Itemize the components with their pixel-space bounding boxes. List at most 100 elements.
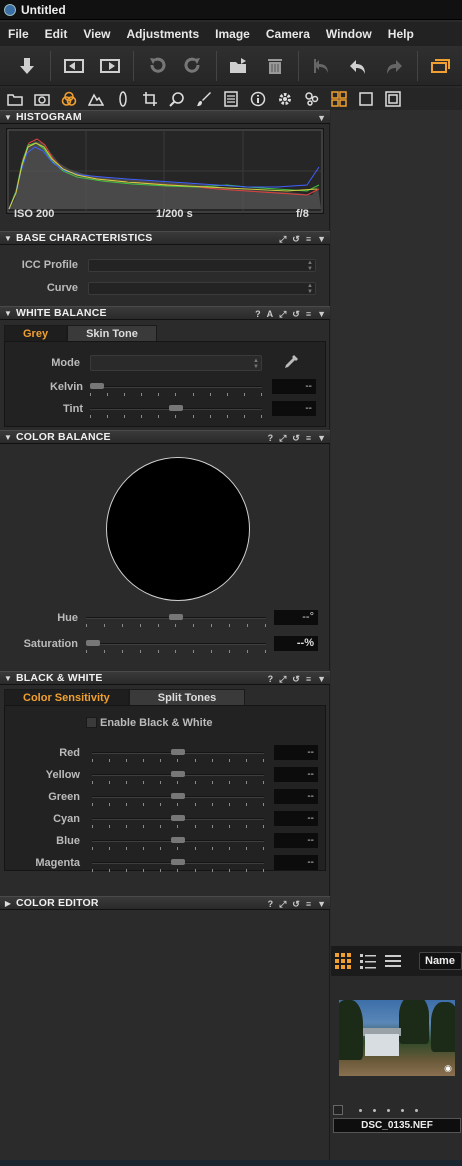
histogram-header[interactable]: ▼ HISTOGRAM ▼ <box>0 110 330 124</box>
image-viewer[interactable] <box>331 110 462 946</box>
lens-tab[interactable] <box>112 89 134 109</box>
panel-menu-icon[interactable]: ▼ <box>317 433 326 443</box>
sort-name-button[interactable]: Name <box>419 952 462 970</box>
kelvin-value[interactable]: -- <box>272 379 316 394</box>
slider-thumb[interactable] <box>86 640 100 646</box>
collapse-triangle-icon[interactable]: ▼ <box>0 433 16 442</box>
rating-dots[interactable] <box>333 1105 461 1115</box>
single-view-button[interactable] <box>355 89 377 109</box>
move-to-folder-button[interactable] <box>225 52 255 80</box>
channel-magenta-slider[interactable] <box>92 858 264 874</box>
presets-icon[interactable]: ≡ <box>306 674 311 684</box>
help-icon[interactable]: ? <box>255 309 261 319</box>
undo-all-button[interactable] <box>307 52 337 80</box>
curve-select[interactable]: ▲ ▼ <box>88 282 316 295</box>
menu-view[interactable]: View <box>75 27 118 41</box>
black-white-header[interactable]: ▼ BLACK & WHITE ? ⤢ ↺ ≡ ▼ <box>0 671 330 685</box>
mode-select[interactable]: ▲ ▼ <box>90 355 262 371</box>
menu-image[interactable]: Image <box>207 27 258 41</box>
panel-menu-icon[interactable]: ▼ <box>317 113 326 123</box>
expand-icon[interactable]: ⤢ <box>279 899 286 910</box>
help-icon[interactable]: ? <box>268 674 274 684</box>
reset-icon[interactable]: ↺ <box>292 309 300 320</box>
slider-thumb[interactable] <box>169 405 183 411</box>
saturation-value[interactable]: --% <box>274 636 318 651</box>
panel-menu-icon[interactable]: ▼ <box>317 674 326 684</box>
slider-thumb[interactable] <box>90 383 104 389</box>
help-icon[interactable]: ? <box>268 899 274 909</box>
trash-button[interactable] <box>260 52 290 80</box>
icc-profile-select[interactable]: ▲ ▼ <box>88 259 316 272</box>
menu-file[interactable]: File <box>0 27 37 41</box>
hue-slider[interactable] <box>86 613 266 629</box>
channel-green-slider[interactable] <box>92 792 264 808</box>
expand-triangle-icon[interactable]: ▶ <box>0 899 16 908</box>
channel-yellow-value[interactable]: -- <box>274 767 318 782</box>
details-tab[interactable] <box>220 89 242 109</box>
base-characteristics-header[interactable]: ▼ BASE CHARACTERISTICS ⤢ ↺ ≡ ▼ <box>0 231 330 245</box>
list-icon[interactable] <box>360 953 376 969</box>
slider-thumb[interactable] <box>171 837 185 843</box>
slider-thumb[interactable] <box>171 859 185 865</box>
kelvin-slider[interactable] <box>90 382 262 398</box>
redo-button[interactable] <box>379 52 409 80</box>
white-balance-header[interactable]: ▼ WHITE BALANCE ? A ⤢ ↺ ≡ ▼ <box>0 306 330 320</box>
reset-icon[interactable]: ↺ <box>292 433 300 444</box>
select-checkbox[interactable] <box>333 1105 343 1115</box>
channel-cyan-value[interactable]: -- <box>274 811 318 826</box>
channel-blue-value[interactable]: -- <box>274 833 318 848</box>
split-left-button[interactable] <box>59 52 89 80</box>
thumbnail-image[interactable]: ◉ <box>339 1000 455 1076</box>
reset-icon[interactable]: ↺ <box>292 899 300 910</box>
tab-split-tones[interactable]: Split Tones <box>128 689 246 705</box>
color-balance-header[interactable]: ▼ COLOR BALANCE ? ⤢ ↺ ≡ ▼ <box>0 430 330 444</box>
menu-window[interactable]: Window <box>318 27 380 41</box>
filmstrip-icon[interactable] <box>385 953 401 969</box>
expand-icon[interactable]: ⤢ <box>279 309 286 320</box>
collapse-triangle-icon[interactable]: ▼ <box>0 234 16 243</box>
grid-icon[interactable] <box>335 953 351 969</box>
library-tab[interactable] <box>4 89 26 109</box>
camera-tab[interactable] <box>31 89 53 109</box>
panel-menu-icon[interactable]: ▼ <box>317 309 326 319</box>
collapse-triangle-icon[interactable]: ▼ <box>0 113 16 122</box>
menu-edit[interactable]: Edit <box>37 27 76 41</box>
color-tab[interactable] <box>58 89 80 109</box>
help-icon[interactable]: ? <box>268 433 274 443</box>
channel-magenta-value[interactable]: -- <box>274 855 318 870</box>
menu-camera[interactable]: Camera <box>258 27 318 41</box>
presets-icon[interactable]: ≡ <box>306 309 311 319</box>
color-editor-header[interactable]: ▶ COLOR EDITOR ? ⤢ ↺ ≡ ▼ <box>0 896 330 910</box>
slider-thumb[interactable] <box>169 614 183 620</box>
slider-thumb[interactable] <box>171 749 185 755</box>
channel-red-slider[interactable] <box>92 748 264 764</box>
hue-value[interactable]: --° <box>274 610 318 625</box>
slider-thumb[interactable] <box>171 793 185 799</box>
enable-bw-checkbox[interactable] <box>86 717 97 728</box>
channel-red-value[interactable]: -- <box>274 745 318 760</box>
brush-tab[interactable] <box>193 89 215 109</box>
expand-icon[interactable]: ⤢ <box>279 234 286 245</box>
tint-slider[interactable] <box>90 404 262 420</box>
presets-icon[interactable]: ≡ <box>306 234 311 244</box>
menu-help[interactable]: Help <box>380 27 422 41</box>
compare-view-button[interactable] <box>382 89 404 109</box>
presets-icon[interactable]: ≡ <box>306 433 311 443</box>
slider-thumb[interactable] <box>171 771 185 777</box>
grid-view-button[interactable] <box>328 89 350 109</box>
split-right-button[interactable] <box>95 52 125 80</box>
tab-skin-tone[interactable]: Skin Tone <box>67 325 157 341</box>
rotate-right-button[interactable] <box>178 52 208 80</box>
color-wheel[interactable] <box>106 457 250 601</box>
eyedropper-icon[interactable] <box>282 353 300 371</box>
slider-thumb[interactable] <box>171 815 185 821</box>
panel-menu-icon[interactable]: ▼ <box>317 899 326 909</box>
menu-adjustments[interactable]: Adjustments <box>118 27 207 41</box>
tint-value[interactable]: -- <box>272 401 316 416</box>
auto-icon[interactable]: A <box>267 309 274 319</box>
collapse-triangle-icon[interactable]: ▼ <box>0 674 16 683</box>
undo-button[interactable] <box>343 52 373 80</box>
settings-tab[interactable] <box>274 89 296 109</box>
eye-icon[interactable]: ◉ <box>444 1063 452 1074</box>
channel-green-value[interactable]: -- <box>274 789 318 804</box>
